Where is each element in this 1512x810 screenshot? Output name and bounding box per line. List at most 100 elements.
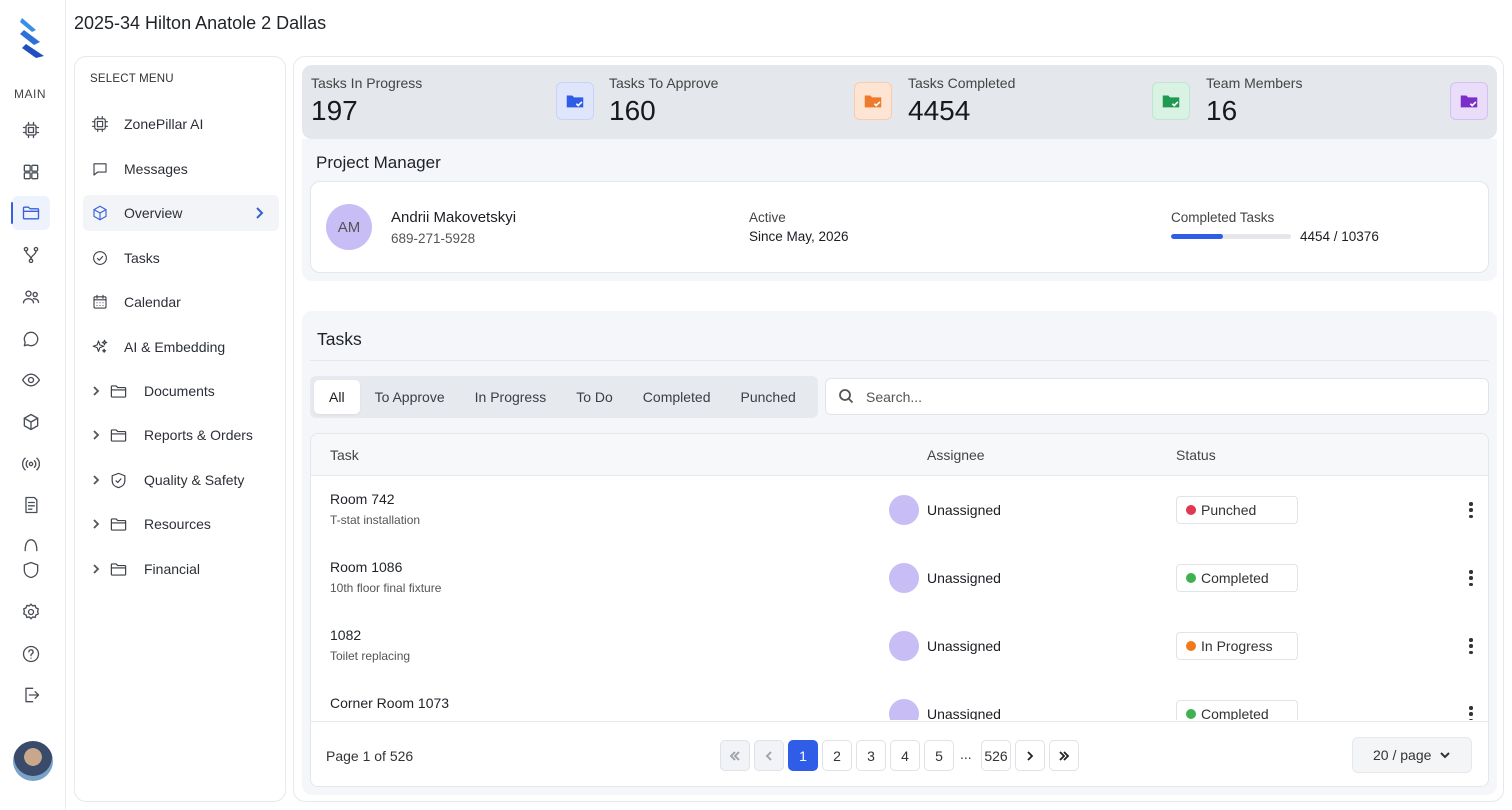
stat-value: 160: [609, 95, 656, 126]
folder-item-reports-orders[interactable]: Reports & Orders: [83, 417, 279, 453]
task-name[interactable]: 1082: [330, 627, 361, 643]
row-actions-icon[interactable]: [1463, 500, 1479, 520]
chevron-right-icon[interactable]: [91, 564, 103, 574]
chevron-right-icon[interactable]: [91, 519, 103, 529]
tab-in-progress[interactable]: In Progress: [460, 380, 562, 414]
status-badge[interactable]: Completed: [1176, 564, 1298, 592]
chevron-right-icon[interactable]: [91, 386, 103, 396]
task-name[interactable]: Room 742: [330, 491, 395, 507]
status-label: Completed: [1201, 570, 1269, 586]
folder-check-icon: [1450, 82, 1488, 120]
settings-icon[interactable]: [12, 595, 50, 629]
stat-value: 4454: [908, 95, 971, 126]
page-button-5[interactable]: 5: [924, 740, 954, 771]
tab-to-do[interactable]: To Do: [561, 380, 628, 414]
users-icon[interactable]: [12, 280, 50, 314]
menu-item-overview[interactable]: Overview: [83, 195, 279, 231]
row-actions-icon[interactable]: [1463, 568, 1479, 588]
branch-icon[interactable]: [12, 238, 50, 272]
menu-item-messages[interactable]: Messages: [83, 151, 279, 187]
document-icon[interactable]: [12, 488, 50, 522]
help-icon[interactable]: [12, 637, 50, 671]
table-row[interactable]: Corner Room 1073 Unassigned Completed: [311, 680, 1488, 720]
tab-punched[interactable]: Punched: [726, 380, 811, 414]
tab-completed[interactable]: Completed: [628, 380, 726, 414]
chevron-right-icon[interactable]: [91, 475, 103, 485]
status-badge[interactable]: Punched: [1176, 496, 1298, 524]
stat-label: Tasks In Progress: [311, 75, 423, 91]
page-button-1[interactable]: 1: [788, 740, 818, 771]
left-rail: MAIN: [0, 0, 66, 810]
status-badge[interactable]: In Progress: [1176, 632, 1298, 660]
pagination-ellipsis: ...: [960, 746, 972, 762]
completed-tasks-label: Completed Tasks: [1171, 210, 1275, 225]
menu-item-ai-embedding[interactable]: AI & Embedding: [83, 329, 279, 365]
folder-icon: [109, 425, 129, 445]
next-page-button[interactable]: [1015, 740, 1045, 771]
grid-icon[interactable]: [12, 155, 50, 189]
assignee-name[interactable]: Unassigned: [927, 502, 1001, 518]
section-title: Project Manager: [316, 153, 441, 172]
chevron-right-icon[interactable]: [91, 430, 103, 440]
project-manager-section: Project Manager AM Andrii Makovetskyi 68…: [302, 139, 1497, 281]
task-name[interactable]: Corner Room 1073: [330, 695, 449, 711]
status-badge[interactable]: Completed: [1176, 700, 1298, 720]
row-actions-icon[interactable]: [1463, 704, 1479, 720]
folder-item-label: Financial: [144, 561, 201, 577]
column-header-status[interactable]: Status: [1176, 447, 1216, 463]
table-row[interactable]: Room 742 T-stat installation Unassigned …: [311, 476, 1488, 544]
chip-icon: [90, 114, 110, 134]
tab-all[interactable]: All: [314, 380, 360, 414]
assignee-name[interactable]: Unassigned: [927, 706, 1001, 720]
status-label: Punched: [1201, 502, 1257, 518]
assignee-name[interactable]: Unassigned: [927, 638, 1001, 654]
column-header-task[interactable]: Task: [330, 447, 359, 463]
task-description: T-stat installation: [330, 513, 421, 527]
completed-tasks-value: 4454 / 10376: [1300, 229, 1379, 244]
menu-item-tasks[interactable]: Tasks: [83, 240, 279, 276]
folder-item-resources[interactable]: Resources: [83, 506, 279, 542]
menu-item-zonepillar-ai[interactable]: ZonePillar AI: [83, 106, 279, 142]
per-page-select[interactable]: 20 / page: [1352, 737, 1472, 773]
prev-page-button[interactable]: [754, 740, 784, 771]
cube-icon[interactable]: [12, 405, 50, 439]
page-button-4[interactable]: 4: [890, 740, 920, 771]
last-page-button[interactable]: [1049, 740, 1079, 771]
main-panel: Tasks In Progress 197 Tasks To Approve 1…: [293, 56, 1504, 802]
manager-phone: 689-271-5928: [391, 231, 476, 246]
page-button-2[interactable]: 2: [822, 740, 852, 771]
first-page-button[interactable]: [720, 740, 750, 771]
search-icon: [838, 388, 856, 406]
user-avatar[interactable]: [13, 741, 53, 781]
row-actions-icon[interactable]: [1463, 636, 1479, 656]
assignee-name[interactable]: Unassigned: [927, 570, 1001, 586]
chat-icon[interactable]: [12, 322, 50, 356]
table-row[interactable]: Room 1086 10th floor final fixture Unass…: [311, 544, 1488, 612]
menu-item-calendar[interactable]: Calendar: [83, 284, 279, 320]
folder-item-quality-safety[interactable]: Quality & Safety: [83, 462, 279, 498]
app-logo[interactable]: [18, 16, 48, 60]
tab-to-approve[interactable]: To Approve: [360, 380, 460, 414]
column-header-assignee[interactable]: Assignee: [927, 447, 985, 463]
per-page-value: 20 / page: [1373, 747, 1432, 763]
eye-icon[interactable]: [12, 363, 50, 397]
task-name[interactable]: Room 1086: [330, 559, 402, 575]
logout-icon[interactable]: [12, 678, 50, 712]
folder-item-label: Quality & Safety: [144, 472, 245, 488]
folder-item-financial[interactable]: Financial: [83, 551, 279, 587]
menu-item-label: AI & Embedding: [124, 339, 226, 355]
folder-icon[interactable]: [11, 196, 50, 230]
chip-icon[interactable]: [12, 113, 50, 147]
broadcast-icon[interactable]: [12, 447, 50, 481]
shield-icon[interactable]: [12, 553, 50, 587]
search-input[interactable]: [866, 388, 1466, 405]
folder-check-icon: [556, 82, 594, 120]
folder-item-documents[interactable]: Documents: [83, 373, 279, 409]
menu-item-label: Overview: [124, 205, 183, 221]
table-row[interactable]: 1082 Toilet replacing Unassigned In Prog…: [311, 612, 1488, 680]
assignee-avatar: [889, 631, 919, 661]
chevron-down-icon: [1440, 752, 1451, 759]
stat-tasks-completed: Tasks Completed 4454: [908, 65, 1198, 139]
page-button-3[interactable]: 3: [856, 740, 886, 771]
page-button-last[interactable]: 526: [981, 740, 1011, 771]
